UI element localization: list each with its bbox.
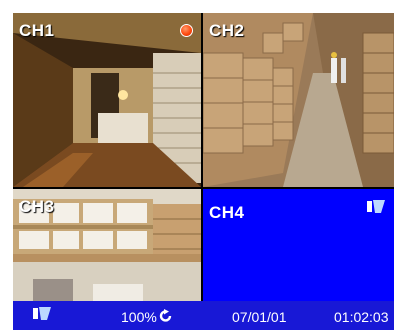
- refresh-icon[interactable]: [159, 309, 173, 323]
- zoom-level: 100%: [121, 309, 157, 325]
- channel-2-view[interactable]: CH2: [203, 13, 394, 187]
- record-indicator-icon: [180, 24, 193, 37]
- channel-4-label: CH4: [209, 203, 245, 222]
- channel-2-label: CH2: [209, 21, 245, 40]
- camera-icon[interactable]: [33, 307, 51, 321]
- date-display: 07/01/01: [232, 309, 287, 325]
- status-bar: 100% 07/01/01 01:02:03: [13, 301, 394, 330]
- channel-1-label: CH1: [19, 21, 55, 40]
- dvr-screen: CH1 CH2 CH3 CH4: [13, 13, 394, 330]
- camera-icon: [367, 200, 385, 213]
- channel-1-view[interactable]: CH1: [13, 13, 201, 187]
- time-display: 01:02:03: [334, 309, 389, 325]
- channel-3-label: CH3: [19, 197, 55, 216]
